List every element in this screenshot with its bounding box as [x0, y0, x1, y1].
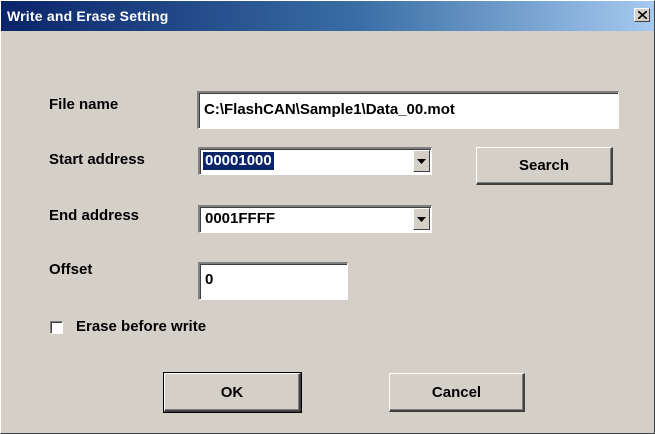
start-address-label: Start address: [49, 151, 145, 168]
start-address-combo[interactable]: 00001000: [198, 147, 432, 175]
file-name-label: File name: [49, 96, 119, 113]
offset-label: Offset: [49, 261, 93, 278]
end-address-combo[interactable]: 0001FFFF: [198, 205, 432, 233]
erase-before-write-checkbox[interactable]: [50, 321, 63, 334]
search-button[interactable]: Search: [476, 147, 613, 185]
dialog-window: Write and Erase Setting File name C:\Fla…: [0, 0, 655, 434]
ok-button[interactable]: OK: [163, 372, 302, 413]
chevron-down-icon: [417, 217, 426, 222]
close-icon: [638, 11, 647, 19]
chevron-down-icon: [417, 159, 426, 164]
start-address-dropdown-button[interactable]: [413, 150, 430, 172]
close-button[interactable]: [634, 8, 650, 22]
file-name-input[interactable]: C:\FlashCAN\Sample1\Data_00.mot: [197, 91, 619, 129]
end-address-dropdown-button[interactable]: [413, 208, 430, 230]
offset-input[interactable]: 0: [198, 262, 348, 300]
end-address-label: End address: [49, 207, 140, 224]
cancel-button[interactable]: Cancel: [389, 373, 525, 412]
title-bar[interactable]: Write and Erase Setting: [1, 1, 654, 31]
start-address-value[interactable]: 00001000: [203, 152, 274, 170]
end-address-value[interactable]: 0001FFFF: [203, 210, 277, 228]
erase-before-write-label[interactable]: Erase before write: [76, 318, 206, 335]
window-title: Write and Erase Setting: [7, 8, 169, 24]
